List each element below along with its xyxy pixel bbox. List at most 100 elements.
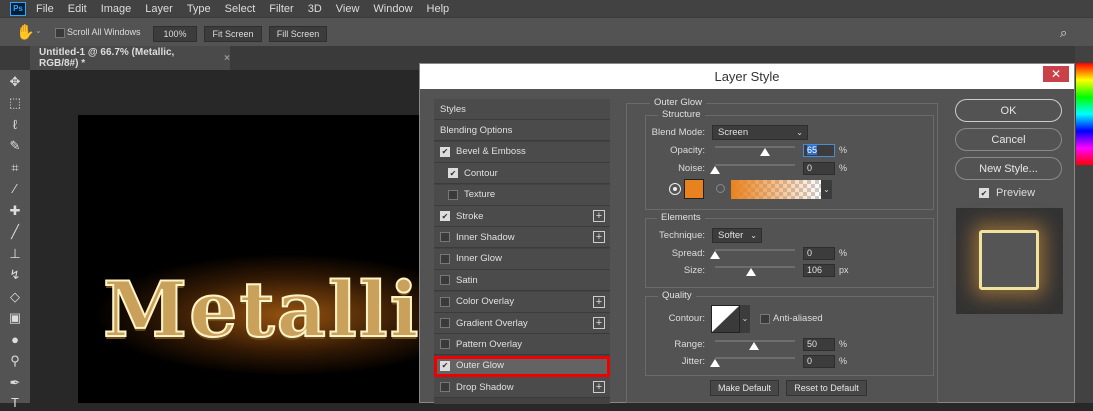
menu-help[interactable]: Help [427,3,450,15]
noise-slider-thumb[interactable] [710,166,720,174]
style-checkbox[interactable]: ✔ [440,211,450,221]
blur-tool-icon[interactable]: ● [5,332,25,348]
style-checkbox[interactable]: ✔ [440,146,450,157]
noise-slider-track[interactable] [715,164,795,166]
search-icon[interactable]: ⌕ [1060,25,1067,41]
menu-window[interactable]: Window [373,3,412,15]
chevron-down-icon[interactable]: ⌄ [740,305,750,333]
marquee-tool-icon[interactable]: ⬚ [5,95,25,111]
menu-image[interactable]: Image [101,3,132,15]
style-item-stroke[interactable]: ✔ Stroke + [434,206,610,227]
fit-screen-button[interactable]: Fit Screen [204,26,262,42]
jitter-slider-thumb[interactable] [710,359,720,367]
style-checkbox[interactable] [440,382,450,393]
style-checkbox[interactable] [440,296,450,307]
chevron-down-icon[interactable]: ⌄ [821,180,832,199]
chevron-down-icon[interactable]: ⌄ [35,26,42,35]
ok-button[interactable]: OK [955,99,1062,122]
menu-view[interactable]: View [336,3,360,15]
preview-checkbox[interactable]: ✔ [979,188,989,198]
zoom-100-button[interactable]: 100% [153,26,197,42]
stamp-tool-icon[interactable]: ⊥ [5,246,25,262]
type-tool-icon[interactable]: T [5,395,25,411]
menu-type[interactable]: Type [187,3,211,15]
eyedropper-tool-icon[interactable]: ⁄ [5,181,25,197]
menu-file[interactable]: File [36,3,54,15]
style-checkbox[interactable] [440,275,450,286]
style-item-color-overlay[interactable]: Color Overlay + [434,291,610,313]
style-item-styles[interactable]: Styles [434,99,610,120]
brush-tool-icon[interactable]: ╱ [5,224,25,240]
jitter-input[interactable]: 0 [803,355,835,368]
move-tool-icon[interactable]: ✥ [5,74,25,90]
style-item-contour[interactable]: ✔ Contour [434,163,610,185]
fill-screen-button[interactable]: Fill Screen [269,26,327,42]
style-checkbox[interactable] [440,253,450,264]
dodge-tool-icon[interactable]: ⚲ [5,353,25,369]
style-checkbox[interactable] [448,189,458,200]
spread-slider-track[interactable] [715,249,795,251]
close-dialog-button[interactable]: ✕ [1043,66,1069,82]
dialog-title-bar[interactable]: Layer Style ✕ [420,64,1074,89]
style-item-gradient-overlay[interactable]: Gradient Overlay + [434,313,610,334]
style-item-drop-shadow[interactable]: Drop Shadow + [434,377,610,399]
solid-color-radio[interactable] [670,184,680,194]
opacity-input[interactable]: 65 [803,144,835,157]
close-tab-icon[interactable]: × [224,53,230,64]
style-item-texture[interactable]: Texture [434,184,610,206]
add-effect-icon[interactable]: + [593,317,605,329]
healing-brush-tool-icon[interactable]: ✚ [5,203,25,219]
style-checkbox[interactable] [440,339,450,350]
document-tab[interactable]: Untitled-1 @ 66.7% (Metallic, RGB/8#) * … [30,46,230,70]
add-effect-icon[interactable]: + [593,295,605,308]
style-checkbox[interactable] [440,318,450,328]
size-input[interactable]: 106 [803,264,835,277]
document-canvas[interactable]: Metallic [78,115,420,403]
range-input[interactable]: 50 [803,338,835,351]
style-item-pattern-overlay[interactable]: Pattern Overlay [434,334,610,356]
crop-tool-icon[interactable]: ⌗ [5,160,25,176]
hand-tool-icon[interactable]: ✋ [16,23,35,41]
menu-3d[interactable]: 3D [308,3,322,15]
style-item-satin[interactable]: Satin [434,270,610,292]
contour-picker[interactable] [711,305,740,333]
make-default-button[interactable]: Make Default [710,380,779,396]
lasso-tool-icon[interactable]: ℓ [5,117,25,133]
menu-select[interactable]: Select [225,3,256,15]
size-slider-thumb[interactable] [746,268,756,276]
style-item-outer-glow[interactable]: ✔ Outer Glow [434,355,610,377]
style-checkbox[interactable] [440,232,450,243]
style-checkbox[interactable]: ✔ [440,360,450,371]
opacity-slider-track[interactable] [715,146,795,148]
noise-input[interactable]: 0 [803,162,835,175]
blend-mode-select[interactable]: Screen ⌄ [712,125,808,140]
opacity-slider-thumb[interactable] [760,148,770,156]
history-brush-tool-icon[interactable]: ↯ [5,267,25,283]
pen-tool-icon[interactable]: ✒ [5,375,25,391]
new-style-button[interactable]: New Style... [955,157,1062,180]
cancel-button[interactable]: Cancel [955,128,1062,151]
eraser-tool-icon[interactable]: ◇ [5,289,25,305]
add-effect-icon[interactable]: + [593,210,605,222]
style-item-blending-options[interactable]: Blending Options [434,120,610,142]
style-item-bevel-emboss[interactable]: ✔ Bevel & Emboss [434,141,610,163]
gradient-radio[interactable] [716,184,725,193]
add-effect-icon[interactable]: + [593,381,605,394]
spread-slider-thumb[interactable] [710,251,720,259]
scroll-all-checkbox[interactable] [55,28,65,38]
menu-layer[interactable]: Layer [145,3,173,15]
quick-select-tool-icon[interactable]: ✎ [5,138,25,154]
gradient-swatch[interactable] [731,180,821,199]
technique-select[interactable]: Softer ⌄ [712,228,762,243]
style-item-inner-shadow[interactable]: Inner Shadow + [434,227,610,249]
spread-input[interactable]: 0 [803,247,835,260]
anti-aliased-checkbox[interactable] [760,314,770,324]
add-effect-icon[interactable]: + [593,231,605,244]
menu-edit[interactable]: Edit [68,3,87,15]
gradient-tool-icon[interactable]: ▣ [5,310,25,326]
jitter-slider-track[interactable] [715,357,795,359]
color-spectrum[interactable] [1076,63,1093,165]
style-item-inner-glow[interactable]: Inner Glow [434,248,610,270]
range-slider-thumb[interactable] [749,342,759,350]
reset-to-default-button[interactable]: Reset to Default [786,380,867,396]
